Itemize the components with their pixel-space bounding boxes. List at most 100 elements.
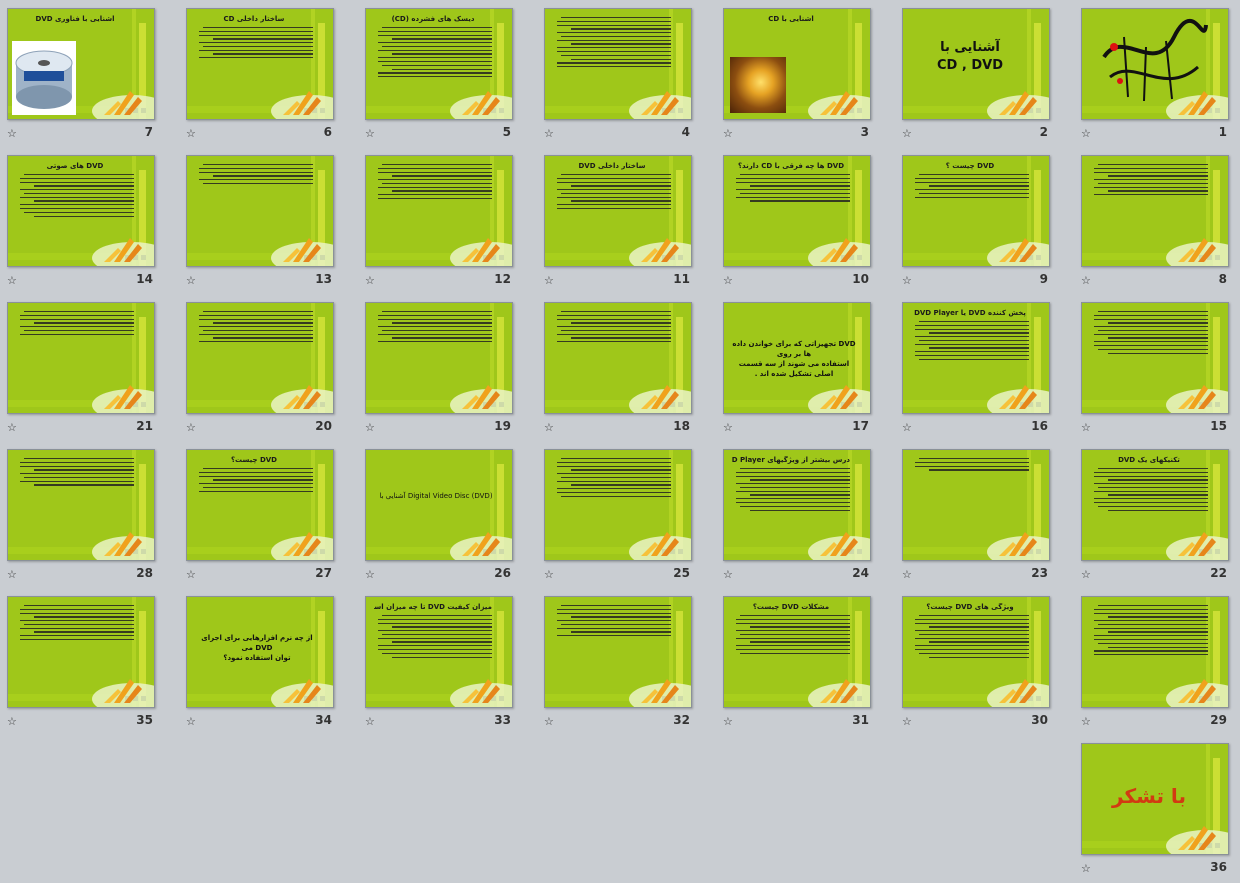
slide-preview[interactable]: از چه نرم افزارهایی برای اجرای DVD می تو… bbox=[186, 596, 334, 708]
slide-transition-icon[interactable]: ☆ bbox=[365, 568, 375, 581]
slide-transition-icon[interactable]: ☆ bbox=[7, 127, 17, 140]
slide-thumbnail-28[interactable]: ☆ 28 bbox=[7, 449, 155, 589]
slide-preview[interactable] bbox=[544, 596, 692, 708]
slide-thumbnail-36[interactable]: با تشکر ☆ 36 bbox=[1081, 743, 1229, 883]
slide-transition-icon[interactable]: ☆ bbox=[1081, 862, 1091, 875]
slide-transition-icon[interactable]: ☆ bbox=[723, 274, 733, 287]
slide-preview[interactable] bbox=[1081, 302, 1229, 414]
slide-transition-icon[interactable]: ☆ bbox=[186, 568, 196, 581]
slide-thumbnail-16[interactable]: پخش کننده DVD یا DVD Player ☆ 16 bbox=[902, 302, 1050, 442]
slide-transition-icon[interactable]: ☆ bbox=[365, 274, 375, 287]
slide-transition-icon[interactable]: ☆ bbox=[1081, 421, 1091, 434]
slide-transition-icon[interactable]: ☆ bbox=[186, 421, 196, 434]
slide-transition-icon[interactable]: ☆ bbox=[544, 127, 554, 140]
slide-transition-icon[interactable]: ☆ bbox=[186, 127, 196, 140]
slide-thumbnail-15[interactable]: ☆ 15 bbox=[1081, 302, 1229, 442]
slide-preview[interactable]: ساختار داخلی CD bbox=[186, 8, 334, 120]
slide-preview[interactable] bbox=[7, 302, 155, 414]
slide-thumbnail-20[interactable]: ☆ 20 bbox=[186, 302, 334, 442]
slide-preview[interactable]: درس بیشتر از ویژگیهای DVD Player ها bbox=[723, 449, 871, 561]
slide-preview[interactable] bbox=[1081, 155, 1229, 267]
slide-thumbnail-21[interactable]: ☆ 21 bbox=[7, 302, 155, 442]
slide-preview[interactable]: DVD تجهیزاتی که برای خواندن داده ها بر ر… bbox=[723, 302, 871, 414]
slide-preview[interactable] bbox=[7, 596, 155, 708]
slide-transition-icon[interactable]: ☆ bbox=[544, 421, 554, 434]
slide-thumbnail-27[interactable]: DVD چیست؟ ☆ 27 bbox=[186, 449, 334, 589]
slide-preview[interactable] bbox=[365, 155, 513, 267]
slide-transition-icon[interactable]: ☆ bbox=[723, 715, 733, 728]
slide-transition-icon[interactable]: ☆ bbox=[7, 715, 17, 728]
slide-thumbnail-33[interactable]: میزان کیفیت DVD تا چه میزان است؟ ☆ 33 bbox=[365, 596, 513, 736]
slide-thumbnail-18[interactable]: ☆ 18 bbox=[544, 302, 692, 442]
slide-thumbnail-1[interactable]: ☆ 1 bbox=[1081, 8, 1229, 148]
slide-preview[interactable]: DVD های صوتی bbox=[7, 155, 155, 267]
slide-thumbnail-22[interactable]: تکنیکهای یک DVD ☆ 22 bbox=[1081, 449, 1229, 589]
slide-transition-icon[interactable]: ☆ bbox=[902, 715, 912, 728]
slide-preview[interactable]: با تشکر bbox=[1081, 743, 1229, 855]
slide-transition-icon[interactable]: ☆ bbox=[723, 127, 733, 140]
slide-preview[interactable]: آشنایی با CD bbox=[723, 8, 871, 120]
slide-transition-icon[interactable]: ☆ bbox=[902, 274, 912, 287]
slide-preview[interactable] bbox=[902, 449, 1050, 561]
slide-thumbnail-3[interactable]: آشنایی با CD ☆ 3 bbox=[723, 8, 871, 148]
slide-thumbnail-12[interactable]: ☆ 12 bbox=[365, 155, 513, 295]
slide-preview[interactable] bbox=[1081, 596, 1229, 708]
slide-thumbnail-4[interactable]: ☆ 4 bbox=[544, 8, 692, 148]
slide-transition-icon[interactable]: ☆ bbox=[1081, 274, 1091, 287]
slide-transition-icon[interactable]: ☆ bbox=[365, 421, 375, 434]
slide-preview[interactable]: دیسک های فشرده (CD) bbox=[365, 8, 513, 120]
slide-thumbnail-19[interactable]: ☆ 19 bbox=[365, 302, 513, 442]
slide-thumbnail-35[interactable]: ☆ 35 bbox=[7, 596, 155, 736]
slide-preview[interactable]: پخش کننده DVD یا DVD Player bbox=[902, 302, 1050, 414]
slide-preview[interactable] bbox=[544, 449, 692, 561]
slide-preview[interactable]: آشنایی با فناوری DVD bbox=[7, 8, 155, 120]
slide-thumbnail-11[interactable]: ساختار داخلی DVD ☆ 11 bbox=[544, 155, 692, 295]
slide-preview[interactable] bbox=[7, 449, 155, 561]
slide-transition-icon[interactable]: ☆ bbox=[7, 421, 17, 434]
slide-transition-icon[interactable]: ☆ bbox=[902, 421, 912, 434]
slide-preview[interactable] bbox=[544, 8, 692, 120]
slide-transition-icon[interactable]: ☆ bbox=[7, 274, 17, 287]
slide-transition-icon[interactable]: ☆ bbox=[1081, 715, 1091, 728]
slide-preview[interactable] bbox=[186, 302, 334, 414]
slide-thumbnail-32[interactable]: ☆ 32 bbox=[544, 596, 692, 736]
slide-thumbnail-29[interactable]: ☆ 29 bbox=[1081, 596, 1229, 736]
slide-thumbnail-30[interactable]: ویژگی های DVD چیست؟ ☆ 30 bbox=[902, 596, 1050, 736]
slide-preview[interactable]: ساختار داخلی DVD bbox=[544, 155, 692, 267]
slide-thumbnail-13[interactable]: ☆ 13 bbox=[186, 155, 334, 295]
slide-preview[interactable]: ویژگی های DVD چیست؟ bbox=[902, 596, 1050, 708]
slide-thumbnail-23[interactable]: ☆ 23 bbox=[902, 449, 1050, 589]
slide-preview[interactable]: DVD چیست؟ bbox=[186, 449, 334, 561]
slide-thumbnail-6[interactable]: ساختار داخلی CD ☆ 6 bbox=[186, 8, 334, 148]
slide-transition-icon[interactable]: ☆ bbox=[723, 568, 733, 581]
slide-transition-icon[interactable]: ☆ bbox=[544, 715, 554, 728]
slide-thumbnail-17[interactable]: DVD تجهیزاتی که برای خواندن داده ها بر ر… bbox=[723, 302, 871, 442]
slide-thumbnail-10[interactable]: DVD ها چه فرقی با CD دارند؟ ☆ 10 bbox=[723, 155, 871, 295]
slide-transition-icon[interactable]: ☆ bbox=[1081, 568, 1091, 581]
slide-preview[interactable]: آشنایی با Digital Video Disc (DVD) bbox=[365, 449, 513, 561]
slide-transition-icon[interactable]: ☆ bbox=[7, 568, 17, 581]
slide-thumbnail-24[interactable]: درس بیشتر از ویژگیهای DVD Player ها ☆ 24 bbox=[723, 449, 871, 589]
slide-preview[interactable]: میزان کیفیت DVD تا چه میزان است؟ bbox=[365, 596, 513, 708]
slide-preview[interactable] bbox=[365, 302, 513, 414]
slide-preview[interactable] bbox=[186, 155, 334, 267]
slide-preview[interactable]: آشنایی با CD , DVD bbox=[902, 8, 1050, 120]
slide-preview[interactable] bbox=[1081, 8, 1229, 120]
slide-transition-icon[interactable]: ☆ bbox=[365, 127, 375, 140]
slide-preview[interactable] bbox=[544, 302, 692, 414]
slide-preview[interactable]: DVD چیست ؟ bbox=[902, 155, 1050, 267]
slide-thumbnail-5[interactable]: دیسک های فشرده (CD) ☆ 5 bbox=[365, 8, 513, 148]
slide-transition-icon[interactable]: ☆ bbox=[902, 568, 912, 581]
slide-thumbnail-9[interactable]: DVD چیست ؟ ☆ 9 bbox=[902, 155, 1050, 295]
slide-thumbnail-26[interactable]: آشنایی با Digital Video Disc (DVD) ☆ 26 bbox=[365, 449, 513, 589]
slide-thumbnail-7[interactable]: آشنایی با فناوری DVD ☆ 7 bbox=[7, 8, 155, 148]
slide-preview[interactable]: DVD ها چه فرقی با CD دارند؟ bbox=[723, 155, 871, 267]
slide-thumbnail-8[interactable]: ☆ 8 bbox=[1081, 155, 1229, 295]
slide-transition-icon[interactable]: ☆ bbox=[544, 568, 554, 581]
slide-thumbnail-31[interactable]: مشکلات DVD چیست؟ ☆ 31 bbox=[723, 596, 871, 736]
slide-transition-icon[interactable]: ☆ bbox=[365, 715, 375, 728]
slide-transition-icon[interactable]: ☆ bbox=[544, 274, 554, 287]
slide-transition-icon[interactable]: ☆ bbox=[902, 127, 912, 140]
slide-thumbnail-25[interactable]: ☆ 25 bbox=[544, 449, 692, 589]
slide-preview[interactable]: تکنیکهای یک DVD bbox=[1081, 449, 1229, 561]
